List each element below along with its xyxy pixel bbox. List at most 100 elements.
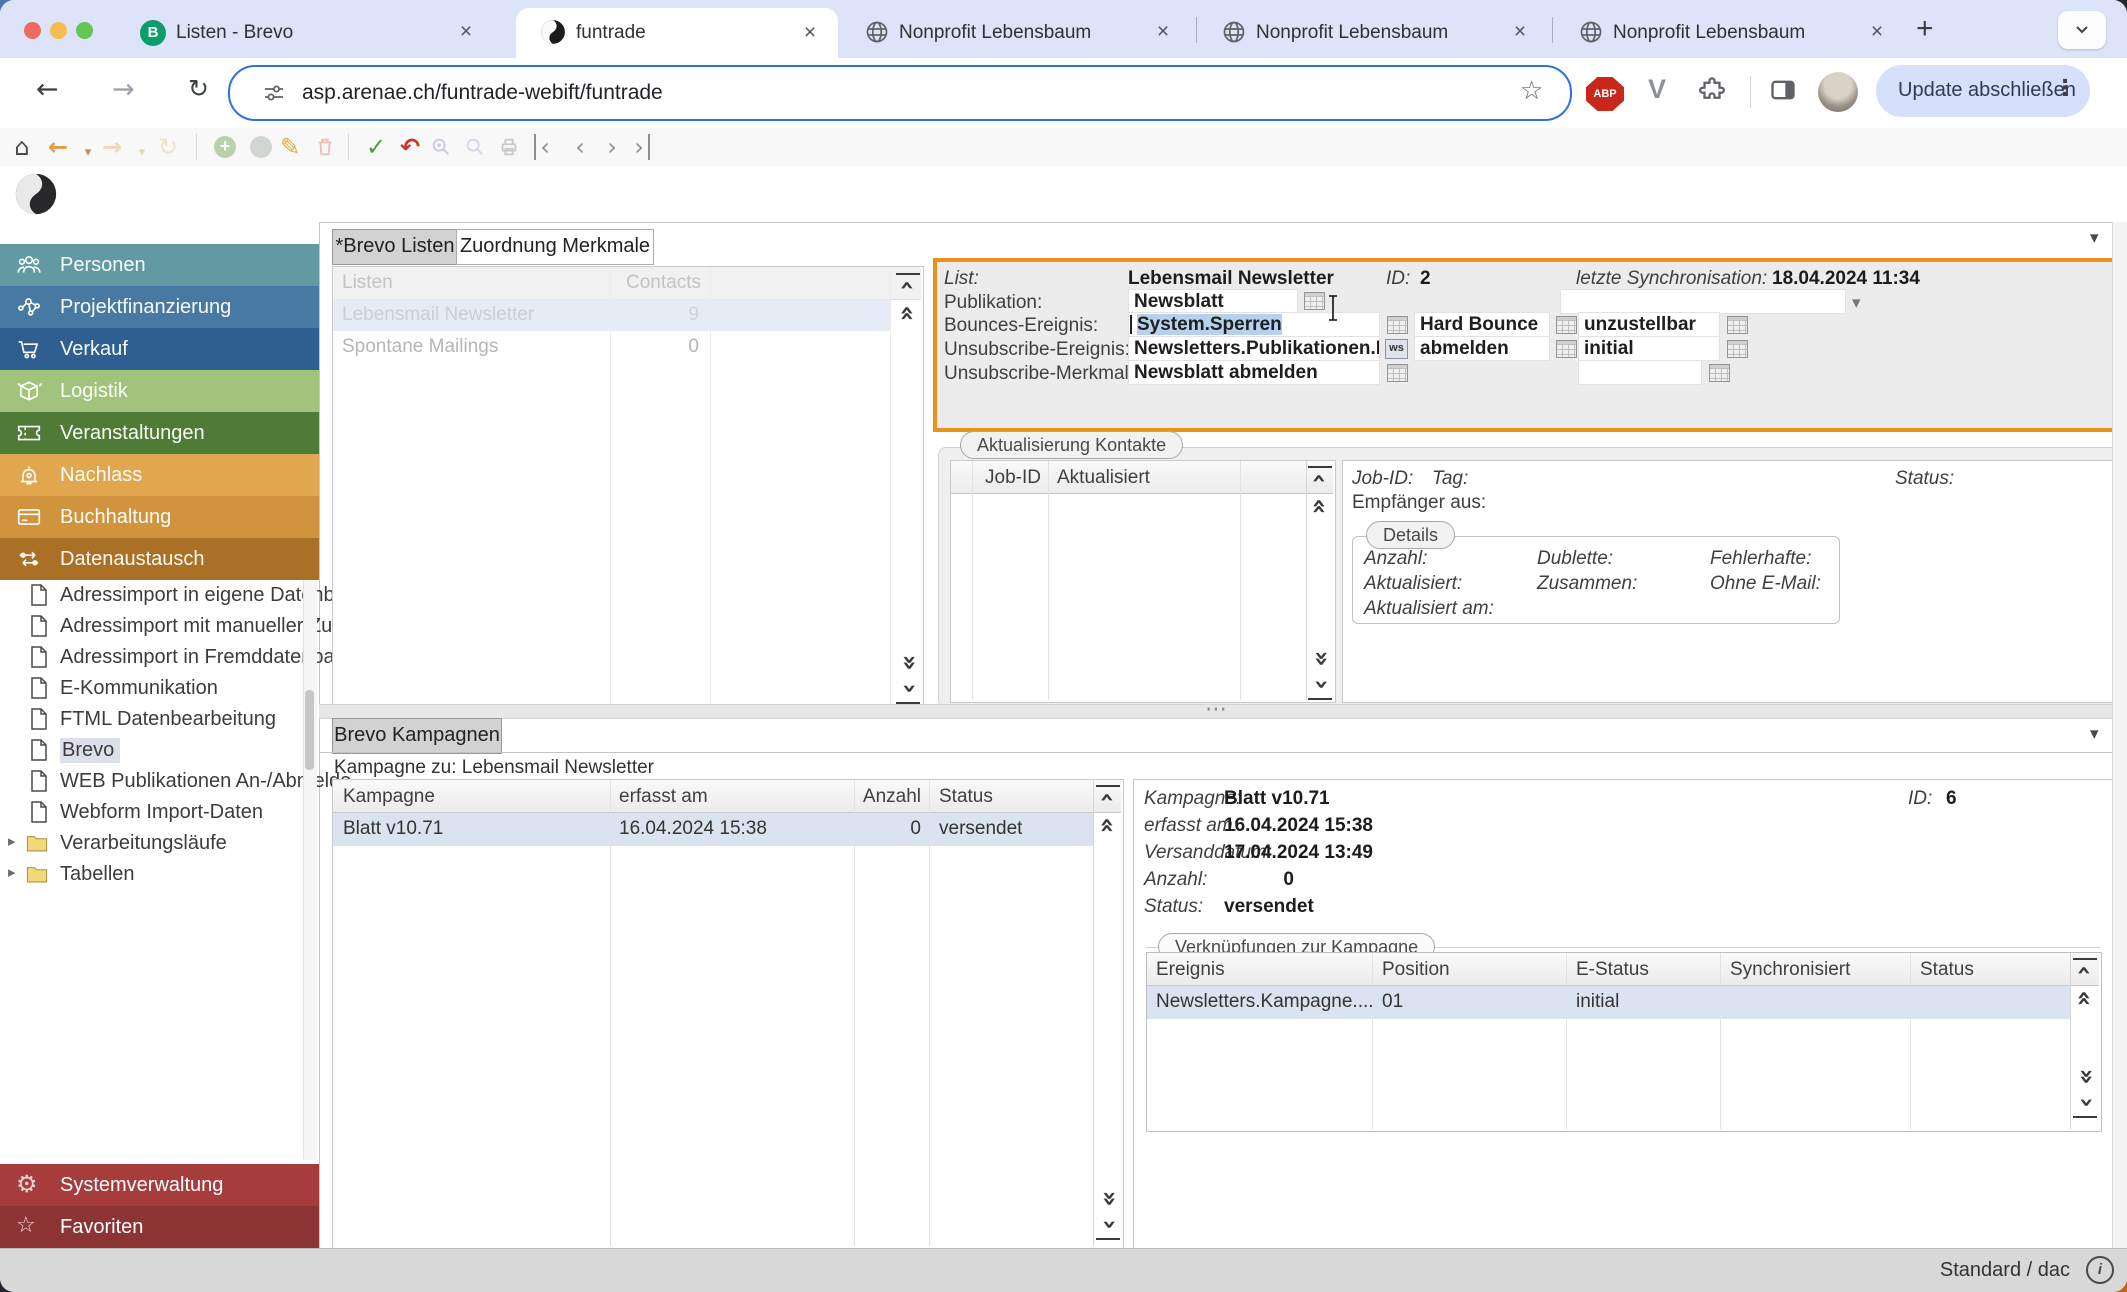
- browser-reload-button[interactable]: ↻: [188, 76, 209, 101]
- new-tab-button[interactable]: +: [1916, 12, 1934, 46]
- combo-dropdown-icon[interactable]: ▾: [1852, 293, 1861, 313]
- column-header-synchronisiert[interactable]: Synchronisiert: [1730, 959, 1850, 981]
- tab-close-icon[interactable]: ×: [798, 21, 822, 45]
- refresh-icon-disabled[interactable]: ↻: [154, 134, 182, 160]
- column-header-erfasst-am[interactable]: erfasst am: [619, 786, 708, 808]
- confirm-check-icon[interactable]: ✓: [362, 134, 390, 160]
- side-panel-icon[interactable]: [1768, 76, 1798, 104]
- bounces-field-focused[interactable]: System.Sperren: [1128, 312, 1380, 337]
- merkmal-field[interactable]: Newsblatt abmelden: [1128, 360, 1380, 385]
- column-header-vk-status[interactable]: Status: [1920, 959, 1974, 981]
- lookup-grid-icon[interactable]: [1387, 364, 1408, 382]
- empty-combo-field[interactable]: [1560, 289, 1846, 314]
- lookup-grid-icon[interactable]: [1727, 316, 1748, 334]
- v-extension-icon[interactable]: V: [1648, 74, 1666, 105]
- forward-dropdown-icon[interactable]: ▾: [128, 140, 156, 166]
- column-header-kampagne[interactable]: Kampagne: [343, 786, 435, 808]
- add-record-icon[interactable]: +: [214, 136, 236, 158]
- tree-item-verarbeitungslaeufe[interactable]: ▸ Verarbeitungsläufe: [0, 828, 303, 859]
- tree-item-brevo-selected[interactable]: Brevo: [0, 735, 303, 766]
- scroll-pagedown-icon[interactable]: «: [896, 652, 920, 676]
- scroll-top-icon[interactable]: ‹: [2073, 958, 2097, 984]
- lookup-grid-icon[interactable]: [1727, 340, 1748, 358]
- search-icon-disabled[interactable]: [464, 136, 486, 158]
- column-header-position[interactable]: Position: [1382, 959, 1450, 981]
- scroll-bottom-icon[interactable]: ‹: [1308, 674, 1332, 700]
- browser-tab-brevo[interactable]: B Listen - Brevo ×: [118, 12, 510, 52]
- column-header-aktualisiert[interactable]: Aktualisiert: [1057, 467, 1150, 489]
- scroll-pagedown-icon[interactable]: «: [1096, 1188, 1120, 1212]
- sidebar-item-veranstaltungen[interactable]: Veranstaltungen: [0, 412, 319, 454]
- next-record-icon[interactable]: ›: [598, 134, 626, 160]
- unsubscribe-status-field[interactable]: initial: [1578, 336, 1720, 361]
- sidebar-item-personen[interactable]: Personen: [0, 244, 319, 286]
- bounces-event2-field[interactable]: Hard Bounce: [1414, 312, 1550, 337]
- merkmal-status-field[interactable]: [1578, 360, 1702, 385]
- sidebar-item-projektfinanzierung[interactable]: Projektfinanzierung: [0, 286, 319, 328]
- scroll-pageup-icon[interactable]: «: [2073, 988, 2097, 1012]
- column-header-listen[interactable]: Listen: [342, 272, 393, 294]
- home-icon[interactable]: ⌂: [8, 134, 36, 160]
- column-header-job-id[interactable]: Job-ID: [985, 467, 1041, 489]
- update-browser-button[interactable]: Update abschließen ⋮: [1876, 65, 2090, 117]
- window-zoom-button[interactable]: [76, 22, 93, 39]
- previous-record-icon[interactable]: ‹: [566, 134, 594, 160]
- lookup-grid-icon[interactable]: [1556, 316, 1577, 334]
- forward-icon-disabled[interactable]: →: [98, 134, 126, 160]
- ws-lookup-icon[interactable]: ws: [1385, 339, 1408, 359]
- tree-item-web-publikationen[interactable]: WEB Publikationen An-/Abmelde: [0, 766, 303, 797]
- browser-back-button[interactable]: ←: [36, 76, 59, 103]
- column-header-ereignis[interactable]: Ereignis: [1156, 959, 1225, 981]
- sidebar-item-buchhaltung[interactable]: Buchhaltung: [0, 496, 319, 538]
- table-row-selected[interactable]: Lebensmail Newsletter 9: [333, 299, 890, 331]
- verknuepfungen-row-selected[interactable]: Newsletters.Kampagne.... 01 initial: [1147, 986, 2070, 1019]
- bookmark-star-icon[interactable]: ☆: [1520, 78, 1543, 104]
- scroll-top-icon[interactable]: ‹: [1096, 785, 1120, 811]
- site-settings-icon[interactable]: [262, 81, 286, 105]
- main-tab-zuordnung-merkmale[interactable]: Zuordnung Merkmale: [456, 229, 654, 265]
- tree-item-adressimport-fremd[interactable]: Adressimport in Fremddatenbank: [0, 642, 303, 673]
- sidebar-item-logistik[interactable]: Logistik: [0, 370, 319, 412]
- sidebar-item-nachlass[interactable]: Nachlass: [0, 454, 319, 496]
- expand-arrow-icon[interactable]: ▸: [8, 834, 16, 849]
- print-icon[interactable]: [498, 136, 520, 158]
- tab-brevo-kampagnen[interactable]: Brevo Kampagnen: [332, 718, 502, 754]
- first-record-icon[interactable]: ‹: [534, 134, 554, 160]
- unsubscribe-event2-field[interactable]: abmelden: [1414, 336, 1550, 361]
- duplicate-record-icon[interactable]: [250, 136, 272, 158]
- scroll-pageup-icon[interactable]: «: [1308, 496, 1332, 520]
- tab-search-chevron-button[interactable]: [2058, 11, 2106, 49]
- publikation-field[interactable]: Newsblatt: [1128, 289, 1298, 314]
- expand-arrow-icon[interactable]: ▸: [8, 865, 16, 880]
- column-header-contacts[interactable]: Contacts: [561, 272, 701, 294]
- back-icon[interactable]: ←: [44, 134, 72, 160]
- info-icon[interactable]: i: [2086, 1256, 2114, 1284]
- panel-menu-chevron-icon[interactable]: ▾: [2090, 228, 2099, 248]
- tree-item-ftml[interactable]: FTML Datenbearbeitung: [0, 704, 303, 735]
- column-header-status[interactable]: Status: [939, 786, 993, 808]
- content-scrollbar-gutter[interactable]: [2112, 222, 2127, 1248]
- browser-tab-nonprofit-1[interactable]: Nonprofit Lebensbaum ×: [843, 12, 1193, 52]
- browser-tab-nonprofit-2[interactable]: Nonprofit Lebensbaum ×: [1200, 12, 1550, 52]
- window-minimize-button[interactable]: [50, 22, 67, 39]
- url-input[interactable]: asp.arenae.ch/funtrade-webift/funtrade ☆: [228, 65, 1572, 121]
- column-header-e-status[interactable]: E-Status: [1576, 959, 1649, 981]
- kebab-menu-icon[interactable]: ⋮: [2054, 78, 2076, 100]
- sidebar-scrollbar-handle[interactable]: [305, 690, 314, 770]
- lookup-grid-icon[interactable]: [1556, 340, 1577, 358]
- lookup-grid-icon[interactable]: [1709, 364, 1730, 382]
- lookup-grid-icon[interactable]: [1387, 316, 1408, 334]
- search-plus-icon[interactable]: [430, 136, 452, 158]
- scroll-pagedown-icon[interactable]: «: [1308, 648, 1332, 672]
- tree-item-adressimport-eigene[interactable]: Adressimport in eigene Datenbar: [0, 580, 303, 611]
- extensions-puzzle-icon[interactable]: [1698, 74, 1726, 104]
- tab-close-icon[interactable]: ×: [1508, 20, 1532, 44]
- scroll-bottom-icon[interactable]: ‹: [1096, 1214, 1120, 1240]
- bounces-status-field[interactable]: unzustellbar: [1578, 312, 1720, 337]
- unsubscribe-field[interactable]: Newsletters.Publikationen.N: [1128, 336, 1380, 361]
- scroll-pageup-icon[interactable]: «: [1096, 815, 1120, 839]
- sidebar-item-systemverwaltung[interactable]: ⚙ Systemverwaltung: [0, 1164, 319, 1206]
- tab-close-icon[interactable]: ×: [454, 20, 478, 44]
- column-header-anzahl[interactable]: Anzahl: [837, 786, 921, 808]
- browser-tab-funtrade-active[interactable]: funtrade ×: [516, 8, 838, 58]
